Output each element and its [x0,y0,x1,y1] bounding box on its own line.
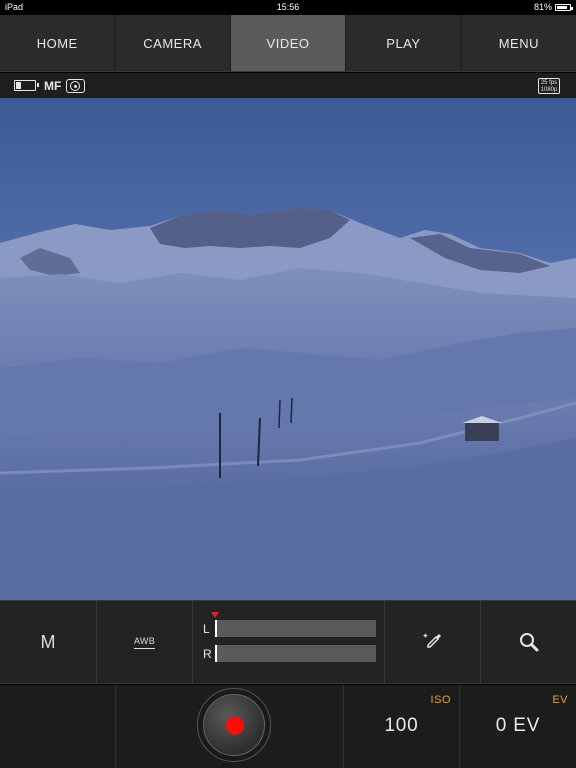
tab-menu[interactable]: MENU [462,15,576,71]
camera-info-bar: MF 25 fps 1080p [0,73,576,98]
battery-icon [555,3,573,11]
battery-low-icon [14,80,39,91]
white-balance-button[interactable]: AWB [97,601,193,683]
iso-control[interactable]: ISO 100 [344,685,460,768]
focus-mode-indicator: MF [44,78,62,93]
peak-marker-icon [211,612,219,618]
empty-slot-left [0,685,116,768]
ev-value: 0 EV [495,715,541,736]
tab-home[interactable]: HOME [0,15,116,71]
audio-right-level [215,645,376,662]
live-view[interactable] [0,98,576,600]
iso-label: ISO [430,694,451,706]
zoom-button[interactable] [481,601,576,683]
record-dot-icon [226,717,244,735]
video-fps: 25 fps [540,79,558,86]
bottom-controls: ISO 100 EV 0 EV [0,685,576,768]
ev-control[interactable]: EV 0 EV [460,685,576,768]
spot-metering-icon [66,78,86,93]
record-button[interactable] [197,688,271,762]
record-area [197,685,344,768]
control-strip: M AWB L R [0,600,576,684]
white-balance-label: AWB [133,636,156,649]
audio-right-label: R [203,647,212,661]
tab-video[interactable]: VIDEO [230,15,347,71]
video-format-icon: 25 fps 1080p [538,78,560,94]
status-bar: iPad 15:56 81% [0,0,576,15]
tab-play[interactable]: PLAY [346,15,462,71]
tab-camera[interactable]: CAMERA [115,15,231,71]
eyedropper-icon [422,633,441,648]
live-view-image [0,98,576,600]
iso-value: 100 [384,715,419,736]
audio-left-level [215,620,376,637]
battery-percent: 81% [533,2,552,12]
audio-level-meter[interactable]: L R [193,601,385,683]
main-nav: HOME CAMERA VIDEO PLAY MENU [0,15,576,72]
exposure-mode-button[interactable]: M [0,601,97,683]
video-resolution: 1080p [540,86,558,93]
clock: 15:56 [276,2,300,12]
magnifier-icon [519,633,538,652]
color-picker-button[interactable] [385,601,481,683]
battery-status: 81% [533,2,573,12]
ev-label: EV [552,694,568,706]
audio-left-label: L [203,622,210,636]
